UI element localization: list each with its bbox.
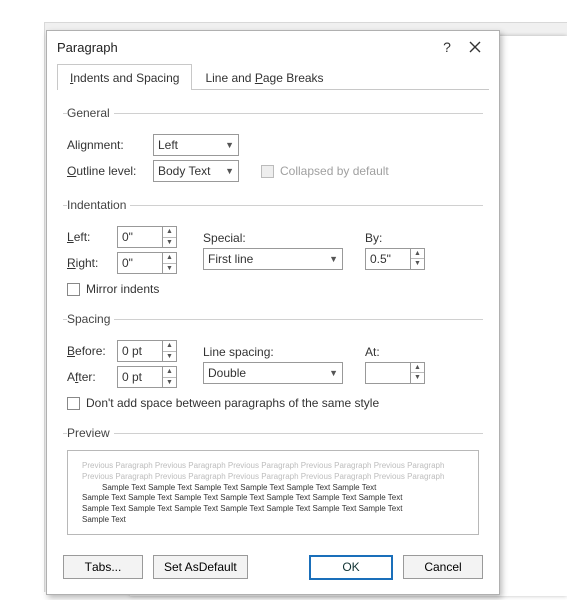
chevron-down-icon: ▼ <box>225 166 234 176</box>
chevron-down-icon: ▼ <box>329 254 338 264</box>
before-input[interactable]: 0 pt▲▼ <box>117 340 177 362</box>
preview-sample: Sample Text Sample Text Sample Text Samp… <box>82 493 464 504</box>
general-group: General Alignment: Left▼ Outline level: … <box>63 106 483 190</box>
tabs-button[interactable]: Tabs... <box>63 555 143 579</box>
chevron-down-icon: ▼ <box>225 140 234 150</box>
preview-sample: Sample Text Sample Text Sample Text Samp… <box>102 483 464 494</box>
by-input[interactable]: 0.5"▲▼ <box>365 248 479 270</box>
after-input[interactable]: 0 pt▲▼ <box>117 366 177 388</box>
spinner-up-icon[interactable]: ▲ <box>411 363 424 374</box>
preview-sample: Sample Text Sample Text Sample Text Samp… <box>82 504 464 515</box>
dialog-title: Paragraph <box>57 40 118 55</box>
tab-indents-spacing[interactable]: Indents and Spacing <box>57 64 192 90</box>
spinner-up-icon[interactable]: ▲ <box>163 253 176 264</box>
general-legend: General <box>67 106 114 120</box>
line-spacing-combo[interactable]: Double▼ <box>203 362 343 384</box>
special-combo[interactable]: First line▼ <box>203 248 343 270</box>
indent-right-label: Right: <box>67 256 111 270</box>
spinner-down-icon[interactable]: ▼ <box>163 352 176 362</box>
spacing-legend: Spacing <box>67 312 114 326</box>
alignment-label: Alignment: <box>67 138 147 152</box>
indent-right-input[interactable]: 0"▲▼ <box>117 252 177 274</box>
before-label: Before: <box>67 344 111 358</box>
collapsed-label: Collapsed by default <box>280 164 389 178</box>
indent-left-label: Left: <box>67 230 111 244</box>
spinner-down-icon[interactable]: ▼ <box>411 259 424 269</box>
at-input[interactable]: ▲▼ <box>365 362 479 384</box>
mirror-indents-label: Mirror indents <box>86 282 159 296</box>
chevron-down-icon: ▼ <box>329 368 338 378</box>
preview-box: Previous Paragraph Previous Paragraph Pr… <box>67 450 479 535</box>
indentation-legend: Indentation <box>67 198 130 212</box>
preview-prev-text: Previous Paragraph Previous Paragraph Pr… <box>82 461 464 483</box>
ok-button[interactable]: OK <box>309 555 393 580</box>
by-label: By: <box>365 231 479 245</box>
cancel-button[interactable]: Cancel <box>403 555 483 579</box>
spinner-down-icon[interactable]: ▼ <box>411 373 424 383</box>
mirror-indents-checkbox[interactable] <box>67 283 80 296</box>
dont-add-space-label: Don't add space between paragraphs of th… <box>86 396 379 410</box>
spinner-up-icon[interactable]: ▲ <box>163 367 176 378</box>
dont-add-space-checkbox[interactable] <box>67 397 80 410</box>
paragraph-dialog: Paragraph ? Indents and Spacing Line and… <box>46 30 500 595</box>
spinner-down-icon[interactable]: ▼ <box>163 378 176 388</box>
at-label: At: <box>365 345 479 359</box>
spinner-down-icon[interactable]: ▼ <box>163 238 176 248</box>
close-button[interactable] <box>461 41 489 53</box>
spinner-up-icon[interactable]: ▲ <box>163 341 176 352</box>
tab-line-page-breaks[interactable]: Line and Page Breaks <box>192 64 336 90</box>
spinner-up-icon[interactable]: ▲ <box>163 227 176 238</box>
help-button[interactable]: ? <box>433 39 461 55</box>
collapsed-checkbox <box>261 165 274 178</box>
spinner-up-icon[interactable]: ▲ <box>411 249 424 260</box>
preview-group: Preview Previous Paragraph Previous Para… <box>63 426 483 539</box>
spacing-group: Spacing Before: 0 pt▲▼ After: 0 pt▲▼ Lin… <box>63 312 483 418</box>
spinner-down-icon[interactable]: ▼ <box>163 264 176 274</box>
close-icon <box>469 41 481 53</box>
outline-level-label: Outline level: <box>67 164 147 178</box>
alignment-combo[interactable]: Left▼ <box>153 134 239 156</box>
preview-sample: Sample Text <box>82 515 464 526</box>
after-label: After: <box>67 370 111 384</box>
indentation-group: Indentation Left: 0"▲▼ Right: 0"▲▼ Speci… <box>63 198 483 304</box>
set-as-default-button[interactable]: Set As Default <box>153 555 248 579</box>
special-label: Special: <box>203 231 343 245</box>
line-spacing-label: Line spacing: <box>203 345 343 359</box>
preview-legend: Preview <box>67 426 114 440</box>
indent-left-input[interactable]: 0"▲▼ <box>117 226 177 248</box>
outline-level-combo[interactable]: Body Text▼ <box>153 160 239 182</box>
